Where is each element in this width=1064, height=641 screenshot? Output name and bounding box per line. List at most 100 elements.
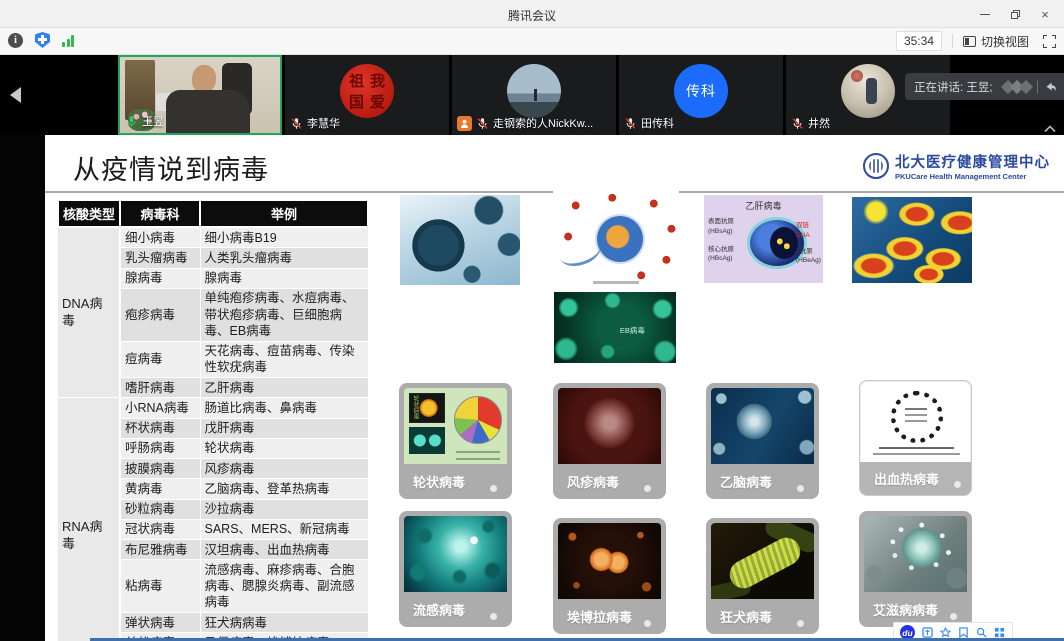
virus-example-cell: 戊肝病毒 [200,418,368,438]
hbv-label: e抗原 [796,247,822,257]
info-icon[interactable]: i [8,33,23,48]
nucleic-type-cell: RNA病毒 [58,398,120,641]
close-icon: × [1041,7,1049,22]
card-dot-icon [644,620,651,627]
grid-icon [994,627,1005,638]
virus-family-cell: 布尼雅病毒 [120,540,200,560]
card-label: 轮状病毒 [404,472,465,491]
mic-muted-icon [290,117,303,130]
participant-name: 走钢索的人NickKw... [493,115,593,131]
card-label: 流感病毒 [404,600,465,619]
switch-view-button[interactable]: 切换视图 [963,33,1029,50]
search-icon [976,627,987,638]
avatar-char: 我 [370,70,385,91]
hbv-label: 表面抗原 [708,217,734,227]
pku-logo-icon [863,153,889,179]
virus-example-cell: 风疹病毒 [200,459,368,479]
participant-tile-nickkw[interactable]: 走钢索的人NickKw... [452,55,616,135]
card-dot-icon [644,485,651,492]
avatar-text: 传科 [686,81,716,101]
collapse-left-icon[interactable] [10,87,21,103]
virus-example-cell: SARS、MERS、新冠病毒 [200,519,368,539]
virus-image-red-virus [400,288,525,366]
virus-card-hiv: 艾滋病病毒 [859,511,972,627]
collapse-up-icon[interactable] [1044,125,1056,133]
virus-image-poxvirus-micrograph [852,197,972,283]
virus-family-cell: 杯状病毒 [120,418,200,438]
close-button[interactable]: × [1030,0,1060,28]
virus-card-jev: 乙脑病毒 [706,383,819,499]
virus-table: 核酸类型 病毒科 举例 DNA病毒细小病毒细小病毒B19乳头瘤病毒人类乳头瘤病毒… [57,199,367,641]
card-label: 风疹病毒 [558,472,619,491]
virus-family-cell: 嗜肝病毒 [120,378,200,398]
virus-image-parvovirus [400,195,520,285]
hbv-label: (HBsAg) [708,227,734,237]
virus-example-cell: 轮状病毒 [200,438,368,458]
maximize-button[interactable] [1000,0,1030,28]
participant-tile-tianchuanke[interactable]: 传科 田传科 [619,55,783,135]
card-dot-icon [797,485,804,492]
nucleic-type-cell: DNA病毒 [58,227,120,398]
participant-name: 王昱 [142,113,164,129]
virus-family-cell: 小RNA病毒 [120,398,200,418]
fullscreen-button[interactable] [1043,35,1056,48]
avatar: 传科 [674,64,728,118]
shared-screen-slide: 从疫情说到病毒 北大医疗健康管理中心 PKUCare Health Manage… [45,135,1064,641]
window-title: 腾讯会议 [0,7,1064,24]
speaking-banner: 正在讲话: 王昱; [905,73,1064,100]
virus-example-cell: 腺病毒 [200,268,368,288]
translate-icon [922,627,933,638]
mic-muted-icon [791,117,804,130]
logo-text-en: PKUCare Health Management Center [895,172,1050,181]
slide-title: 从疫情说到病毒 [73,148,269,187]
col-header-examples: 举例 [200,200,368,227]
card-dot-icon [797,620,804,627]
virus-card-rubella: 风疹病毒 [553,383,666,499]
meeting-toolbar: i 35:34 切换视图 [0,28,1064,55]
virus-family-cell: 弹状病毒 [120,613,200,633]
maximize-icon [1011,10,1020,19]
minimize-icon [980,14,990,15]
network-signal-icon[interactable] [62,34,74,47]
virus-family-cell: 细小病毒 [120,227,200,248]
virus-card-rotavirus: 轮状病毒 轮状病毒 [399,383,512,499]
table-row: DNA病毒细小病毒细小病毒B19 [58,227,368,248]
virus-example-cell: 汉坦病毒、出血热病毒 [200,540,368,560]
card-label: 艾滋病病毒 [864,600,938,619]
virus-family-cell: 粘病毒 [120,560,200,613]
switch-view-icon [963,36,976,47]
tencent-meeting-window: 腾讯会议 × i 35:34 切换视图 [0,0,1064,641]
virus-example-cell: 流感病毒、麻疹病毒、合胞病毒、腮腺炎病毒、副流感病毒 [200,560,368,613]
speaking-banner-text: 正在讲话: 王昱; [914,79,993,95]
avatar-char: 国 [349,91,364,112]
card-label: 乙脑病毒 [711,472,772,491]
participant-tile-wangyu[interactable]: 王昱 [118,55,282,135]
mic-muted-icon [476,117,489,130]
minimize-button[interactable] [970,0,1000,28]
avatar [841,64,895,118]
window-titlebar: 腾讯会议 × [0,0,1064,28]
window-controls: × [970,0,1060,28]
avatar-char: 爱 [370,91,385,112]
participant-name: 井然 [808,115,830,131]
card-label: 埃博拉病毒 [558,607,632,626]
shield-icon[interactable] [35,32,50,48]
card-dot-icon [954,481,961,488]
virus-card-influenza: 流感病毒 [399,511,512,627]
rota-pie-chart [454,396,502,444]
meeting-timer: 35:34 [896,31,942,51]
participant-name: 田传科 [641,115,674,131]
star-icon [940,627,951,638]
table-row: RNA病毒小RNA病毒肠道比病毒、鼻病毒 [58,398,368,418]
avatar [507,64,561,118]
virus-family-cell: 腺病毒 [120,268,200,288]
participant-tile-lihuihua[interactable]: 祖 我 国 爱 李慧华 [285,55,449,135]
reply-arrow-icon[interactable] [1043,80,1057,94]
card-dot-icon [490,613,497,620]
hbv-label: 核心抗原 [708,245,734,255]
col-header-nucleic-type: 核酸类型 [58,200,120,227]
virus-example-cell: 细小病毒B19 [200,227,368,248]
card-label: 出血热病毒 [865,469,939,488]
left-rail [0,135,45,641]
watermark-icon [1001,79,1035,95]
